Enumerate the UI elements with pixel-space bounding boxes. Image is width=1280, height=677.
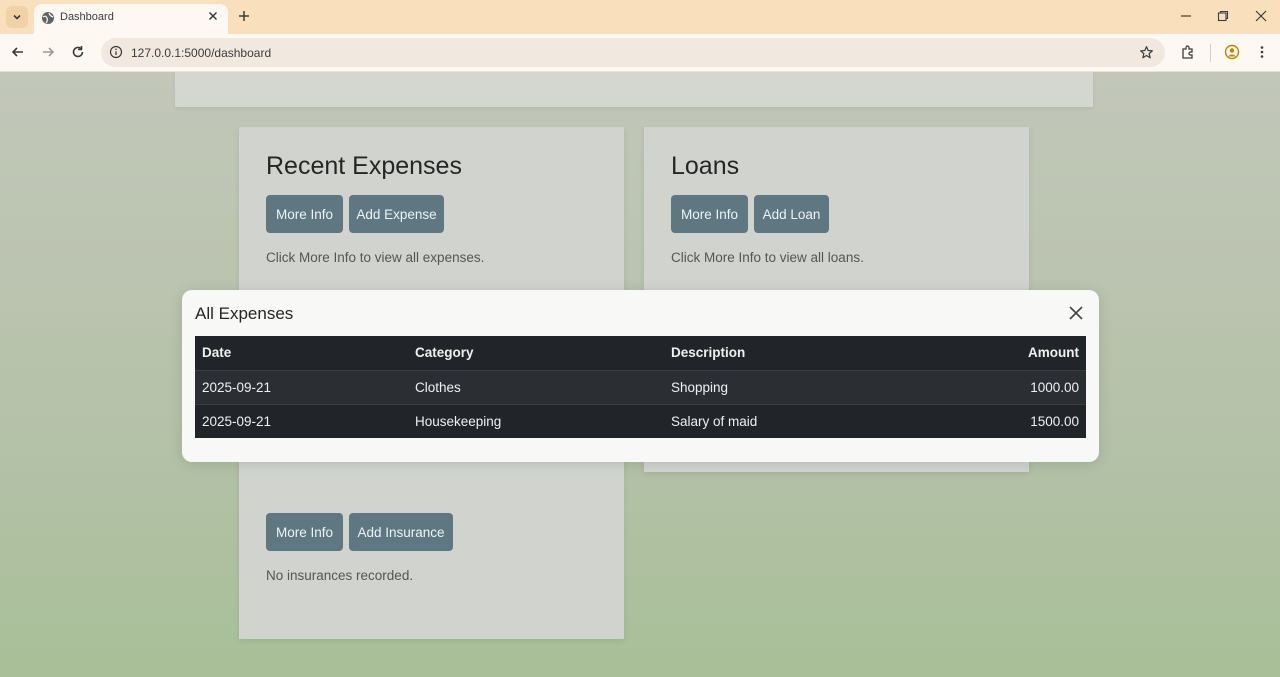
table-header-row: Date Category Description Amount [195, 336, 1086, 370]
restore-icon[interactable] [1216, 9, 1230, 23]
reload-icon[interactable] [70, 44, 86, 60]
table-row: 2025-09-21 Clothes Shopping 1000.00 [195, 369, 1086, 404]
column-header-category: Category [408, 336, 664, 370]
tab-list-button[interactable] [6, 6, 28, 28]
column-header-date: Date [195, 336, 408, 370]
expenses-table: Date Category Description Amount 2025-09… [195, 336, 1086, 438]
tab-title: Dashboard [60, 11, 114, 23]
browser-tab-bar: Dashboard [0, 0, 1280, 34]
close-icon[interactable] [1067, 304, 1085, 322]
extensions-icon[interactable] [1180, 44, 1196, 60]
all-expenses-modal: All Expenses Date Category Description A… [182, 290, 1099, 462]
cell-category: Housekeeping [408, 403, 664, 438]
forward-arrow-icon[interactable] [40, 44, 56, 60]
column-header-description: Description [664, 336, 914, 370]
table-row: 2025-09-21 Housekeeping Salary of maid 1… [195, 403, 1086, 438]
site-info-icon[interactable] [109, 45, 123, 59]
back-arrow-icon[interactable] [10, 44, 26, 60]
more-menu-icon[interactable] [1254, 44, 1270, 60]
globe-icon [42, 12, 54, 24]
cell-date: 2025-09-21 [195, 403, 408, 438]
minimize-icon[interactable] [1179, 9, 1193, 23]
modal-title: All Expenses [195, 304, 294, 323]
chevron-down-icon [13, 14, 21, 20]
cell-date: 2025-09-21 [195, 369, 408, 404]
address-bar[interactable]: 127.0.0.1:5000/dashboard [101, 38, 1165, 67]
cell-description: Shopping [664, 369, 914, 404]
profile-avatar-icon[interactable] [1224, 44, 1240, 60]
close-window-icon[interactable] [1254, 9, 1268, 23]
column-header-amount: Amount [914, 336, 1086, 370]
new-tab-icon[interactable] [236, 8, 252, 24]
browser-tab[interactable]: Dashboard [34, 4, 228, 34]
close-tab-icon[interactable] [206, 9, 220, 23]
toolbar-separator [1210, 44, 1211, 62]
bookmark-star-icon[interactable] [1139, 45, 1154, 60]
cell-description: Salary of maid [664, 403, 914, 438]
cell-amount: 1000.00 [914, 369, 1086, 404]
cell-amount: 1500.00 [914, 403, 1086, 438]
browser-toolbar: 127.0.0.1:5000/dashboard [0, 34, 1280, 72]
cell-category: Clothes [408, 369, 664, 404]
url-text: 127.0.0.1:5000/dashboard [131, 46, 272, 60]
